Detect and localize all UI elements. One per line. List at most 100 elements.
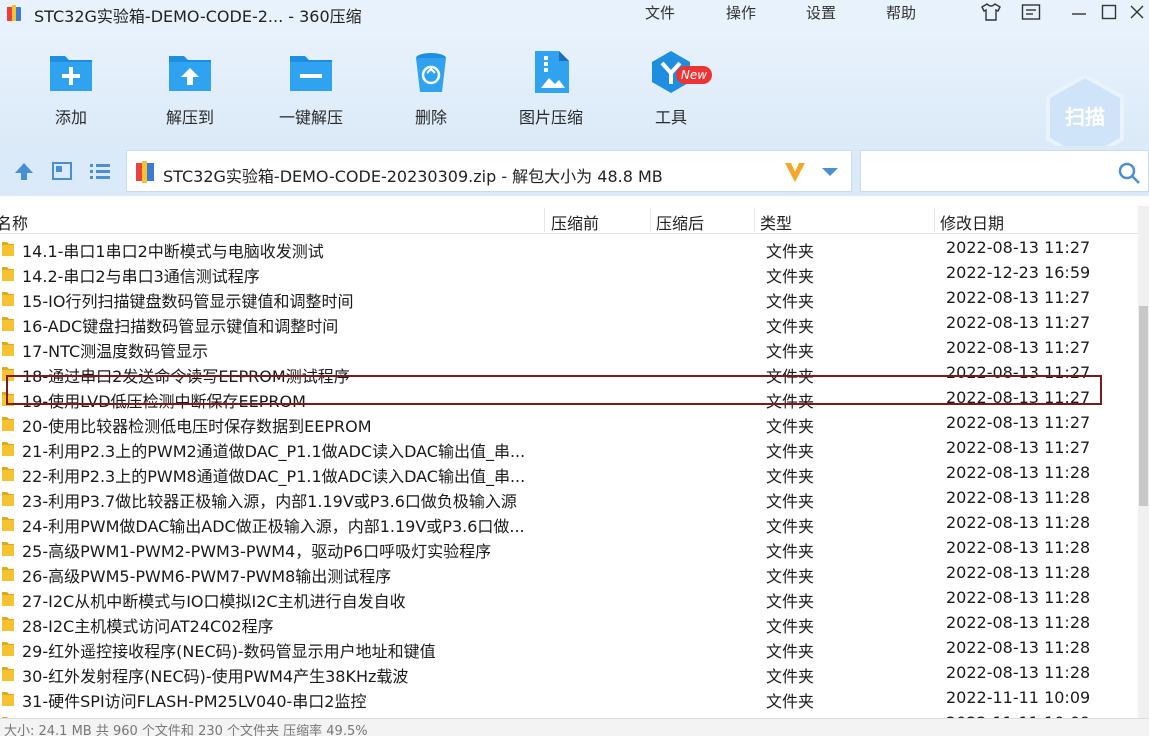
file-type: 文件夹 <box>766 492 815 511</box>
file-type: 文件夹 <box>766 567 815 586</box>
search-input[interactable] <box>860 150 1149 192</box>
tools-button-label: 工具 <box>654 108 687 127</box>
table-row[interactable]: 29-红外遥控接收程序(NEC码)-数码管显示用户地址和键值 文件夹 2022-08… <box>0 636 1138 661</box>
file-name: 24-利用PWM做DAC输出ADC做正极输入源，内部1.19V或P3.6口做..… <box>22 517 525 536</box>
menu-settings[interactable]: 设置 <box>806 2 836 23</box>
table-row[interactable]: 31-硬件SPI访问FLASH-PM25LV040-串口2监控 文件夹 2022-1… <box>0 686 1138 711</box>
scroll-thumb[interactable] <box>1139 306 1148 506</box>
table-row[interactable]: 30-红外发射程序(NEC码)-使用PWM4产生38KHz载波 文件夹 2022-0… <box>0 661 1138 686</box>
file-type: 文件夹 <box>766 692 815 711</box>
one-click-extract-button[interactable]: 一键解压 <box>266 48 356 128</box>
thumbnail-view-icon[interactable] <box>50 160 74 182</box>
table-row[interactable]: 21-利用P2.3上的PWM2通道做DAC_P1.1做ADC读入DAC输出值_串… <box>0 436 1138 461</box>
path-field[interactable]: STC32G实验箱-DEMO-CODE-20230309.zip - 解包大小为… <box>126 150 852 192</box>
app-logo-icon <box>7 5 21 21</box>
table-row[interactable]: 20-使用比较器检测低电压时保存数据到EEPROM 文件夹 2022-08-13 1… <box>0 411 1138 436</box>
one-click-extract-button-label: 一键解压 <box>278 108 343 127</box>
folder-icon <box>2 592 14 606</box>
file-type: 文件夹 <box>766 617 815 636</box>
file-date: 2022-08-13 11:27 <box>946 438 1091 457</box>
add-icon <box>50 56 92 91</box>
360-v-icon[interactable] <box>783 161 807 183</box>
file-type: 文件夹 <box>766 242 815 261</box>
table-row[interactable]: 32-IO模拟SPI访问FLASH-PM25LV040-串口2监控文件夹2022… <box>0 711 1138 718</box>
table-row[interactable]: 22-利用P2.3上的PWM8通道做DAC_P1.1做ADC读入DAC输出值_串… <box>0 461 1138 486</box>
table-row[interactable]: 16-ADC键盘扫描数码管显示键值和调整时间 文件夹 2022-08-13 11:2… <box>0 311 1138 336</box>
column-after[interactable]: 压缩后 <box>656 210 704 234</box>
maximize-icon[interactable] <box>1098 1 1120 23</box>
one-click-extract-icon <box>290 56 332 91</box>
column-divider[interactable] <box>934 208 935 232</box>
menu-help[interactable]: 帮助 <box>886 2 916 23</box>
table-row[interactable]: 14.2-串口2与串口3通信测试程序 文件夹 2022-12-23 16:59 <box>0 261 1138 286</box>
file-date: 2022-08-13 11:27 <box>946 388 1091 407</box>
column-before[interactable]: 压缩前 <box>551 210 599 234</box>
folder-icon <box>2 642 14 656</box>
add-button[interactable]: 添加 <box>26 48 116 128</box>
file-date: 2022-11-11 10:09 <box>946 688 1091 707</box>
file-date: 2022-08-13 11:28 <box>946 563 1091 582</box>
folder-icon <box>2 617 14 631</box>
column-divider[interactable] <box>544 208 545 232</box>
file-name: 21-利用P2.3上的PWM2通道做DAC_P1.1做ADC读入DAC输出值_串… <box>22 442 526 461</box>
delete-button[interactable]: 删除 <box>386 48 476 128</box>
menu-file[interactable]: 文件 <box>645 2 675 23</box>
file-name: 31-硬件SPI访问FLASH-PM25LV040-串口2监控 <box>22 692 367 711</box>
file-date: 2022-08-13 11:28 <box>946 538 1091 557</box>
file-name: 19-使用LVD低压检测中断保存EEPROM <box>22 392 306 411</box>
window-title: STC32G实验箱-DEMO-CODE-2... - 360压缩 <box>34 7 362 26</box>
table-row[interactable]: 27-I2C从机中断模式与IO口模拟I2C主机进行自发自收 文件夹 2022-08-… <box>0 586 1138 611</box>
table-row[interactable]: 24-利用PWM做DAC输出ADC做正极输入源，内部1.19V或P3.6口做..… <box>0 511 1138 536</box>
feedback-icon[interactable] <box>1020 1 1042 23</box>
menu-operation[interactable]: 操作 <box>726 2 756 23</box>
toolbar: 添加 解压到 一键解压 删除 图片压缩 工具 New 扫描 <box>0 28 1149 163</box>
file-type: 文件夹 <box>766 392 815 411</box>
table-row[interactable]: 18-通过串口2发送命令读写EEPROM测试程序 文件夹 2022-08-13 11… <box>0 361 1138 386</box>
file-name: 26-高级PWM5-PWM6-PWM7-PWM8输出测试程序 <box>22 567 392 586</box>
column-type[interactable]: 类型 <box>760 210 792 234</box>
table-row[interactable]: 19-使用LVD低压检测中断保存EEPROM 文件夹 2022-08-13 11:2… <box>0 386 1138 411</box>
table-row[interactable]: 14.1-串口1串口2中断模式与电脑收发测试 文件夹 2022-08-13 11:2… <box>0 236 1138 261</box>
extract-to-button[interactable]: 解压到 <box>145 48 235 128</box>
file-type: 文件夹 <box>766 367 815 386</box>
file-name: 25-高级PWM1-PWM2-PWM3-PWM4，驱动P6口呼吸灯实验程序 <box>22 542 492 561</box>
file-name: 23-利用P3.7做比较器正极输入源，内部1.19V或P3.6口做负极输入源 <box>22 492 517 511</box>
file-type: 文件夹 <box>766 417 815 436</box>
folder-icon <box>2 317 14 331</box>
file-name: 14.1-串口1串口2中断模式与电脑收发测试 <box>22 242 324 261</box>
scrollbar[interactable] <box>1138 206 1149 718</box>
file-name: 28-I2C主机模式访问AT24C02程序 <box>22 617 274 636</box>
file-type: 文件夹 <box>766 267 815 286</box>
file-name: 16-ADC键盘扫描数码管显示键值和调整时间 <box>22 317 339 336</box>
table-row[interactable]: 28-I2C主机模式访问AT24C02程序 文件夹 2022-08-13 11:28 <box>0 611 1138 636</box>
image-compress-button[interactable]: 图片压缩 <box>506 48 596 128</box>
folder-icon <box>2 442 14 456</box>
up-arrow-icon[interactable] <box>12 160 36 182</box>
table-row[interactable]: 25-高级PWM1-PWM2-PWM3-PWM4，驱动P6口呼吸灯实验程序 文件夹… <box>0 536 1138 561</box>
table-row[interactable]: 15-IO行列扫描键盘数码管显示键值和调整时间 文件夹 2022-08-13 11:… <box>0 286 1138 311</box>
file-date: 2022-08-13 11:28 <box>946 588 1091 607</box>
skin-icon[interactable] <box>980 1 1002 23</box>
table-row[interactable]: 23-利用P3.7做比较器正极输入源，内部1.19V或P3.6口做负极输入源 文件… <box>0 486 1138 511</box>
column-modified[interactable]: 修改日期 <box>940 210 1004 234</box>
column-divider[interactable] <box>754 208 755 232</box>
folder-icon <box>2 267 14 281</box>
file-date: 2022-08-13 11:28 <box>946 463 1091 482</box>
address-bar: STC32G实验箱-DEMO-CODE-20230309.zip - 解包大小为… <box>0 146 1149 196</box>
minimize-icon[interactable] <box>1068 1 1090 23</box>
table-row[interactable]: 26-高级PWM5-PWM6-PWM7-PWM8输出测试程序 文件夹 2022-08… <box>0 561 1138 586</box>
column-name[interactable]: 名称 <box>0 210 28 234</box>
tools-button[interactable]: 工具 <box>626 48 716 128</box>
table-row[interactable]: 17-NTC测温度数码管显示 文件夹 2022-08-13 11:27 <box>0 336 1138 361</box>
file-date: 2022-12-23 16:59 <box>946 263 1091 282</box>
column-divider[interactable] <box>650 208 651 232</box>
close-icon[interactable] <box>1126 1 1148 23</box>
file-date: 2022-08-13 11:28 <box>946 488 1091 507</box>
folder-icon <box>2 467 14 481</box>
path-text: STC32G实验箱-DEMO-CODE-20230309.zip - 解包大小为… <box>163 167 663 186</box>
search-icon[interactable] <box>1117 161 1141 185</box>
file-type: 文件夹 <box>766 517 815 536</box>
delete-button-label: 删除 <box>414 108 447 127</box>
list-view-icon[interactable] <box>88 160 112 182</box>
chevron-down-icon[interactable] <box>821 167 839 177</box>
